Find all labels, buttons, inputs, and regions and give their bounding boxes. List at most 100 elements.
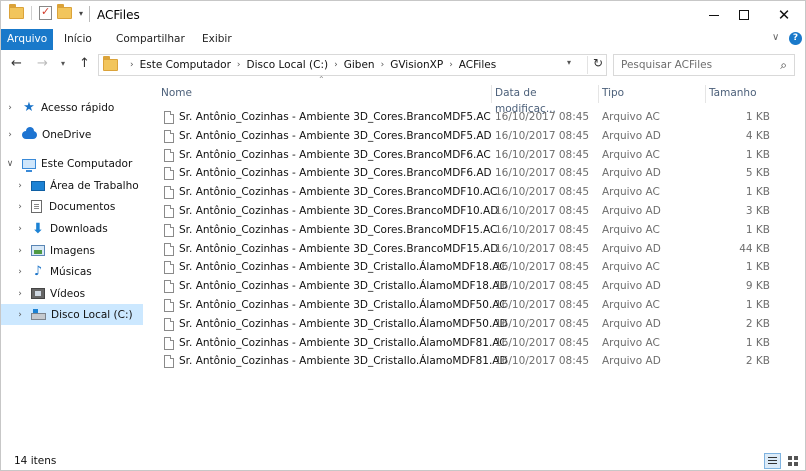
refresh-icon[interactable]: ↻ [587, 56, 603, 74]
file-name: Sr. Antônio_Cozinhas - Ambiente 3D_Cores… [179, 148, 491, 161]
collapse-chevron-icon[interactable]: ∨ [4, 159, 16, 169]
up-arrow-icon[interactable]: ↑ [79, 56, 90, 71]
file-row[interactable]: Sr. Antônio_Cozinhas - Ambiente 3D_Crist… [158, 353, 778, 372]
file-row[interactable]: Sr. Antônio_Cozinhas - Ambiente 3D_Cores… [158, 165, 778, 184]
breadcrumb-separator[interactable]: › [449, 60, 453, 70]
recent-locations-chevron-icon[interactable]: ▾ [61, 59, 65, 68]
breadcrumb-separator[interactable]: › [334, 60, 338, 70]
sidebar-item-disco-local[interactable]: › Disco Local (C:) [1, 304, 143, 325]
file-date-modified: 16/10/2017 08:45 [495, 129, 590, 142]
address-dropdown-chevron-icon[interactable]: ▾ [567, 58, 571, 67]
breadcrumb-acfiles[interactable]: ACFiles [459, 59, 496, 71]
sidebar-item-imagens[interactable]: › Imagens [1, 240, 143, 261]
expand-chevron-icon[interactable]: › [14, 246, 26, 256]
file-name: Sr. Antônio_Cozinhas - Ambiente 3D_Crist… [179, 317, 508, 330]
sidebar-item-acesso-rapido[interactable]: › ★ Acesso rápido [1, 97, 143, 118]
sidebar-item-area-de-trabalho[interactable]: › Área de Trabalho [1, 175, 143, 196]
breadcrumb-este-computador[interactable]: Este Computador [140, 59, 231, 71]
file-date-modified: 16/10/2017 08:45 [495, 280, 590, 293]
tab-arquivo[interactable]: Arquivo [1, 29, 53, 50]
breadcrumb-disco-local[interactable]: Disco Local (C:) [247, 59, 329, 71]
sidebar-item-musicas[interactable]: › ♪ Músicas [1, 261, 143, 282]
file-date-modified: 16/10/2017 08:45 [495, 111, 590, 123]
breadcrumb-separator[interactable]: › [130, 60, 134, 70]
file-row[interactable]: Sr. Antônio_Cozinhas - Ambiente 3D_Crist… [158, 335, 778, 354]
column-name[interactable]: Nome [158, 85, 491, 103]
expand-chevron-icon[interactable]: › [14, 289, 26, 299]
file-name: Sr. Antônio_Cozinhas - Ambiente 3D_Cores… [179, 205, 499, 217]
file-size: 44 KB [739, 242, 770, 255]
tab-exibir[interactable]: Exibir [194, 29, 240, 50]
file-row[interactable]: Sr. Antônio_Cozinhas - Ambiente 3D_Cores… [158, 222, 778, 241]
file-name: Sr. Antônio_Cozinhas - Ambiente 3D_Crist… [179, 336, 507, 349]
large-icons-view-icon[interactable] [785, 453, 801, 469]
sidebar-item-este-computador[interactable]: ∨ Este Computador [1, 153, 143, 174]
file-name: Sr. Antônio_Cozinhas - Ambiente 3D_Cores… [179, 129, 492, 142]
tab-inicio[interactable]: Início [56, 29, 100, 50]
file-row[interactable]: Sr. Antônio_Cozinhas - Ambiente 3D_Cores… [158, 203, 778, 222]
file-row[interactable]: Sr. Antônio_Cozinhas - Ambiente 3D_Cores… [158, 109, 778, 128]
forward-arrow-icon[interactable]: → [37, 56, 48, 71]
computer-icon [22, 158, 36, 172]
breadcrumb-giben[interactable]: Giben [344, 59, 375, 71]
file-size: 3 KB [745, 205, 770, 217]
file-date-modified: 16/10/2017 08:45 [495, 242, 590, 255]
file-size: 1 KB [745, 336, 770, 349]
column-date-modified[interactable]: Data de modificaç... [492, 85, 598, 115]
expand-chevron-icon[interactable]: › [4, 103, 16, 113]
expand-chevron-icon[interactable]: › [14, 224, 26, 234]
sidebar-item-label: Área de Trabalho [50, 179, 139, 192]
breadcrumb-separator[interactable]: › [237, 60, 241, 70]
new-folder-icon[interactable] [57, 4, 72, 19]
address-bar[interactable]: › Este Computador › Disco Local (C:) › G… [98, 54, 607, 76]
file-size: 1 KB [745, 111, 770, 123]
search-input[interactable]: Pesquisar ACFiles [621, 59, 712, 71]
file-date-modified: 16/10/2017 08:45 [495, 205, 590, 217]
sidebar-item-documentos[interactable]: › Documentos [1, 196, 143, 217]
properties-icon[interactable] [39, 5, 52, 20]
expand-chevron-icon[interactable]: › [4, 130, 16, 140]
sidebar-item-label: Disco Local (C:) [51, 308, 133, 321]
sidebar-item-downloads[interactable]: › ⬇ Downloads [1, 218, 143, 239]
pictures-icon [31, 245, 45, 256]
file-row[interactable]: Sr. Antônio_Cozinhas - Ambiente 3D_Crist… [158, 259, 778, 278]
back-arrow-icon[interactable]: ← [11, 56, 22, 71]
file-row[interactable]: Sr. Antônio_Cozinhas - Ambiente 3D_Cores… [158, 241, 778, 260]
file-row[interactable]: Sr. Antônio_Cozinhas - Ambiente 3D_Crist… [158, 316, 778, 335]
file-icon [164, 111, 174, 124]
file-row[interactable]: Sr. Antônio_Cozinhas - Ambiente 3D_Cores… [158, 184, 778, 203]
file-row[interactable]: Sr. Antônio_Cozinhas - Ambiente 3D_Cores… [158, 128, 778, 147]
file-name: Sr. Antônio_Cozinhas - Ambiente 3D_Cores… [179, 186, 498, 199]
file-type: Arquivo AD [602, 167, 661, 180]
breadcrumb-separator[interactable]: › [381, 60, 385, 70]
breadcrumb-gvisionxp[interactable]: GVisionXP [390, 59, 443, 71]
search-icon[interactable]: ⌕ [780, 58, 787, 73]
column-size[interactable]: Tamanho [706, 85, 778, 103]
expand-chevron-icon[interactable]: › [14, 267, 26, 277]
close-button[interactable]: ✕ [761, 1, 806, 29]
help-icon[interactable]: ? [789, 32, 802, 45]
expand-chevron-icon[interactable]: › [14, 181, 26, 191]
file-icon [164, 280, 174, 294]
file-type: Arquivo AD [602, 280, 661, 293]
file-size: 1 KB [745, 223, 770, 236]
sidebar-item-videos[interactable]: › Vídeos [1, 283, 143, 304]
search-box[interactable]: Pesquisar ACFiles ⌕ [613, 54, 795, 76]
file-size: 2 KB [745, 317, 770, 330]
column-type[interactable]: Tipo [599, 85, 705, 103]
customize-toolbar-chevron-icon[interactable]: ▾ [79, 9, 83, 18]
details-view-icon[interactable] [764, 453, 781, 469]
file-type: Arquivo AD [602, 317, 661, 330]
file-row[interactable]: Sr. Antônio_Cozinhas - Ambiente 3D_Crist… [158, 297, 778, 316]
minimize-icon [709, 14, 719, 16]
file-date-modified: 16/10/2017 08:45 [495, 299, 590, 311]
tab-compartilhar[interactable]: Compartilhar [108, 29, 193, 50]
file-date-modified: 16/10/2017 08:45 [495, 336, 590, 349]
expand-chevron-icon[interactable]: › [14, 310, 26, 320]
file-row[interactable]: Sr. Antônio_Cozinhas - Ambiente 3D_Crist… [158, 278, 778, 297]
expand-ribbon-chevron-icon[interactable]: ∨ [772, 32, 779, 43]
expand-chevron-icon[interactable]: › [14, 202, 26, 212]
sidebar-item-onedrive[interactable]: › OneDrive [1, 124, 143, 145]
file-row[interactable]: Sr. Antônio_Cozinhas - Ambiente 3D_Cores… [158, 147, 778, 166]
file-date-modified: 16/10/2017 08:45 [495, 223, 590, 236]
